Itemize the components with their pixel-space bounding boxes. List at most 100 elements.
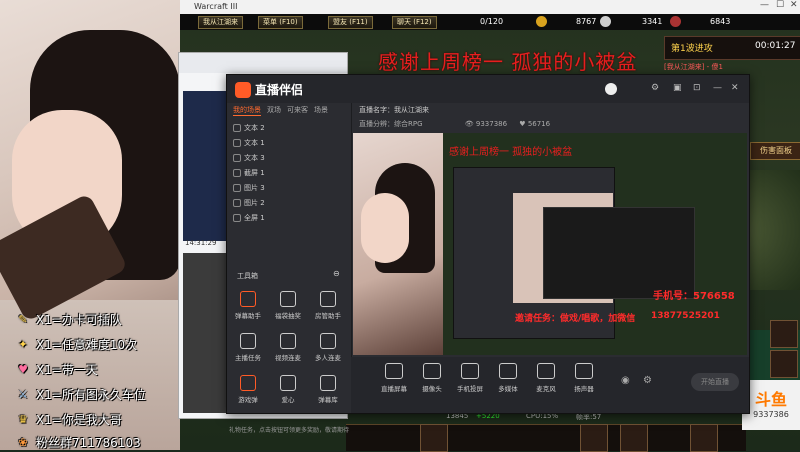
source-item[interactable]: 全屏 1 [233,211,343,225]
gear-icon[interactable]: ⚙ [643,375,652,386]
tab-dual[interactable]: 双场 [267,105,281,116]
source-item[interactable]: 图片 2 [233,196,343,210]
inventory-slot[interactable] [770,320,798,348]
source-label: 文本 1 [244,139,265,147]
screen-capture-button[interactable]: 直播屏幕 [375,363,413,403]
close-icon[interactable]: ✕ [731,83,739,93]
inventory-slot[interactable] [770,350,798,378]
avatar[interactable] [605,83,617,95]
chat-button[interactable]: 聊天 (F12) [392,16,437,29]
gift-icon[interactable]: ▣ [673,83,682,93]
preview-task: 邀请任务：做戏/唱歌，加微信 [515,314,636,324]
hero-icon [670,16,681,27]
tab-scene[interactable]: 场景 [314,105,328,116]
gold-counter: 8767 [576,17,597,26]
control-label: 麦克风 [536,385,556,393]
tab-my-scene[interactable]: 我的场景 [233,105,261,116]
tool-danmaku-lib[interactable]: 弹幕库 [311,375,345,415]
preview-phone-label: 手机号： [653,291,693,302]
tool-label: 多人连麦 [315,354,341,362]
eye-icon[interactable] [233,184,241,192]
damage-panel-button[interactable]: 伤害面板 [750,142,800,160]
source-item[interactable]: 截屏 1 [233,166,343,180]
phone-cast-button[interactable]: 手机投屏 [451,363,489,403]
douyu-logo: 斗鱼 [754,390,787,409]
source-item[interactable]: 图片 3 [233,181,343,195]
tool-multi-link[interactable]: 多人连麦 [311,333,345,373]
eye-icon[interactable] [233,199,241,207]
toolbox-title: 工具箱 [237,272,258,280]
library-icon [320,375,336,391]
go-live-button[interactable]: 开始直播 [691,373,739,391]
eye-icon[interactable] [233,169,241,177]
overlay-text: X1=所有图永久车位 [36,388,146,402]
quality-label[interactable]: 直播分辨：综合RPG [359,120,423,128]
command-slot[interactable] [580,424,608,452]
tool-video-link[interactable]: 视频连麦 [271,333,305,373]
room-stats: 直播分辨：综合RPG 👁 9337386 ♥ 56716 [359,119,550,129]
menu-button[interactable]: 菜单 (F10) [258,16,303,29]
source-label: 截屏 1 [244,169,265,177]
hp-counter: 6843 [710,17,731,26]
minimize-icon[interactable]: — [713,83,722,93]
tool-lottery[interactable]: 福袋抽奖 [271,291,305,331]
douyu-watermark: 斗鱼 9337386 [742,380,800,430]
camera-button[interactable]: 摄像头 [413,363,451,403]
preview-face [361,193,409,263]
control-label: 扬声器 [574,385,594,393]
tool-task[interactable]: 主播任务 [231,333,265,373]
speaker-button[interactable]: 扬声器 [565,363,603,403]
eye-icon[interactable] [233,139,241,147]
tab-guest[interactable]: 可来客 [287,105,308,116]
lumber-icon [600,16,611,27]
tool-love[interactable]: 爱心 [271,375,305,415]
collapse-icon[interactable]: ⊖ [333,269,340,278]
bulb-icon: ✦ [18,338,28,351]
minimize-icon[interactable]: — [760,0,769,10]
eye-icon[interactable] [233,214,241,222]
record-icon[interactable]: ◉ [621,375,630,386]
preview-nested-window [543,207,695,299]
speaker-icon [575,363,593,379]
douyu-room: 9337386 [753,410,789,419]
tool-game-danmaku[interactable]: 游戏弹 [231,375,265,415]
overlay-text: 粉丝群711786103 [36,436,141,450]
room-info: 直播名字：我从江湖来 [359,105,429,115]
window-titlebar: Warcraft III — ☐ ✕ [180,0,800,14]
preview-phone: 手机号：576658 [653,287,735,302]
source-item[interactable]: 文本 1 [233,136,343,150]
source-item[interactable]: 文本 3 [233,151,343,165]
reward-notice: 礼物任务，点击按钮可领更多奖励，敬请期待 [229,427,350,434]
objective-text: [我从江湖来] - 傻1 [664,63,723,71]
studio-logo: 直播伴侣 [235,81,303,98]
microphone-button[interactable]: 麦克风 [527,363,565,403]
source-label: 图片 2 [244,199,265,207]
allies-button[interactable]: 盟友 (F11) [328,16,373,29]
close-icon[interactable]: ✕ [790,0,798,10]
command-slot[interactable] [420,424,448,452]
wave-timer: 00:01:27 [755,41,796,51]
tool-admin[interactable]: 房管助手 [311,291,345,331]
tool-danmaku[interactable]: 弹幕助手 [231,291,265,331]
eye-icon[interactable] [233,124,241,132]
tool-label: 视频连麦 [275,354,301,362]
pencil-icon: ✎ [18,313,28,326]
command-slot[interactable] [690,424,718,452]
media-button[interactable]: 多媒体 [489,363,527,403]
scene-tabs: 我的场景 双场 可来客 场景 [233,105,328,116]
tool-label: 弹幕库 [318,396,338,404]
source-item[interactable]: 文本 2 [233,121,343,135]
lock-icon[interactable]: ⊡ [693,83,701,93]
studio-app-name: 直播伴侣 [255,83,304,97]
game-icon [240,375,256,391]
eye-icon[interactable] [233,154,241,162]
tool-label: 弹幕助手 [235,312,261,320]
heart-icon [280,375,296,391]
maximize-icon[interactable]: ☐ [776,0,784,10]
preview-banner: 感谢上周榜一 孤独的小被盆 [449,147,573,158]
settings-icon[interactable]: ⚙ [651,83,659,93]
command-slot[interactable] [620,424,648,452]
mic-icon [280,333,296,349]
livestream-studio-window[interactable]: 直播伴侣 ⚙ ▣ ⊡ — ✕ 我的场景 双场 可来客 场景 文本 2 文本 1 … [226,74,750,434]
stream-preview[interactable]: 感谢上周榜一 孤独的小被盆 手机号：576658 邀请任务：做戏/唱歌，加微信 … [353,133,747,355]
